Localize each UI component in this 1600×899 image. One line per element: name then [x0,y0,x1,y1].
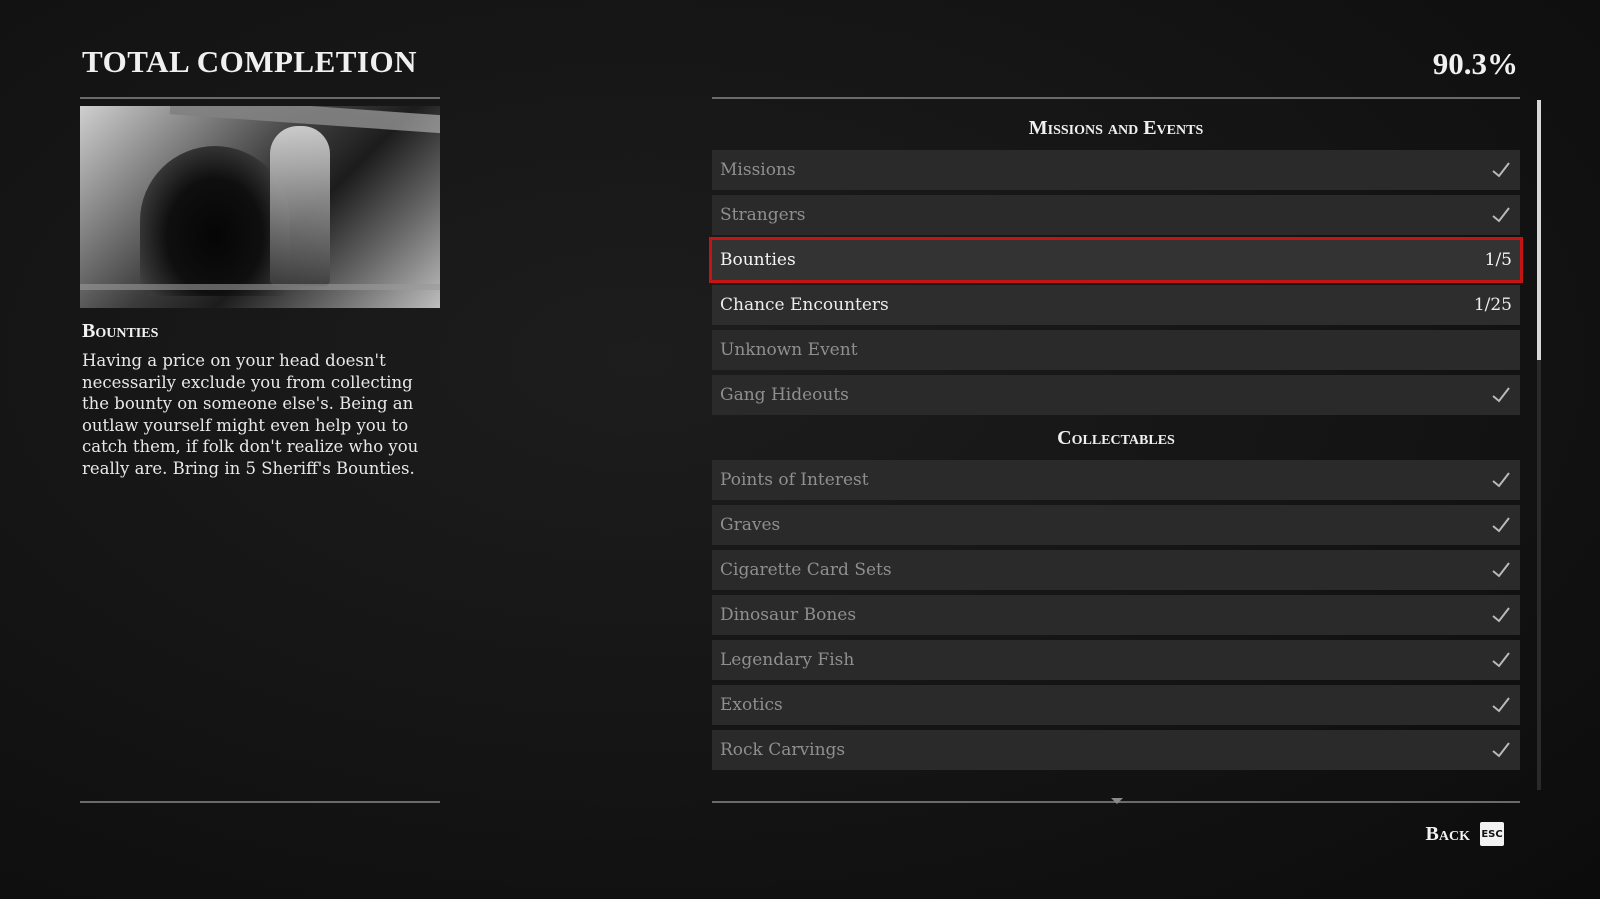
list-row-gang-hideouts[interactable]: Gang Hideouts [712,375,1520,415]
checkmark-icon [1490,159,1512,181]
row-label: Graves [720,515,781,535]
item-heading: Bounties [82,320,159,342]
completion-percent: 90.3% [1432,46,1518,81]
checkmark-icon [1490,514,1512,536]
item-preview-image [80,106,440,308]
checkmark-icon [1490,739,1512,761]
scrollbar-thumb[interactable] [1537,100,1541,360]
checkmark-icon [1490,384,1512,406]
list-row-missions[interactable]: Missions [712,150,1520,190]
list-row-cigarette-card-sets[interactable]: Cigarette Card Sets [712,550,1520,590]
left-footer-divider [80,801,440,803]
back-button[interactable]: Back ESC [1426,822,1504,846]
checkmark-icon [1490,694,1512,716]
list-row-legendary-fish[interactable]: Legendary Fish [712,640,1520,680]
page-title: TOTAL COMPLETION [82,44,417,79]
list-row-chance-encounters[interactable]: Chance Encounters 1/25 [712,285,1520,325]
row-progress-value: 1/25 [1473,295,1512,315]
checkmark-icon [1490,559,1512,581]
scroll-more-caret-icon [1111,798,1123,804]
row-label: Bounties [720,250,796,270]
right-header-divider [712,97,1520,99]
list-row-points-of-interest[interactable]: Points of Interest [712,460,1520,500]
section-header: Missions and Events [1028,117,1204,139]
list-row-bounties[interactable]: Bounties 1/5 [709,237,1523,283]
list-row-strangers[interactable]: Strangers [712,195,1520,235]
row-label: Legendary Fish [720,650,855,670]
section-header: Collectables [1057,427,1175,449]
row-label: Points of Interest [720,470,869,490]
checkmark-icon [1490,649,1512,671]
row-label: Unknown Event [720,340,858,360]
completion-list: Missions and Events Missions Strangers Boun… [709,110,1523,775]
checkmark-icon [1490,204,1512,226]
completion-screen: TOTAL COMPLETION 90.3% Bounties Having a… [0,0,1600,899]
list-row-dinosaur-bones[interactable]: Dinosaur Bones [712,595,1520,635]
esc-key-icon: ESC [1480,822,1504,846]
row-label: Cigarette Card Sets [720,560,892,580]
list-row-graves[interactable]: Graves [712,505,1520,545]
row-label: Rock Carvings [720,740,846,760]
row-progress-value: 1/5 [1484,250,1512,270]
list-row-exotics[interactable]: Exotics [712,685,1520,725]
item-description: Having a price on your head doesn't nece… [82,351,419,478]
row-label: Dinosaur Bones [720,605,857,625]
checkmark-icon [1490,469,1512,491]
row-label: Gang Hideouts [720,385,849,405]
checkmark-icon [1490,604,1512,626]
row-label: Missions [720,160,796,180]
row-label: Exotics [720,695,783,715]
left-header-divider [80,97,440,99]
list-row-unknown-event[interactable]: Unknown Event [712,330,1520,370]
row-label: Chance Encounters [720,295,889,315]
back-label: Back [1425,822,1470,845]
list-row-rock-carvings[interactable]: Rock Carvings [712,730,1520,770]
row-label: Strangers [720,205,806,225]
